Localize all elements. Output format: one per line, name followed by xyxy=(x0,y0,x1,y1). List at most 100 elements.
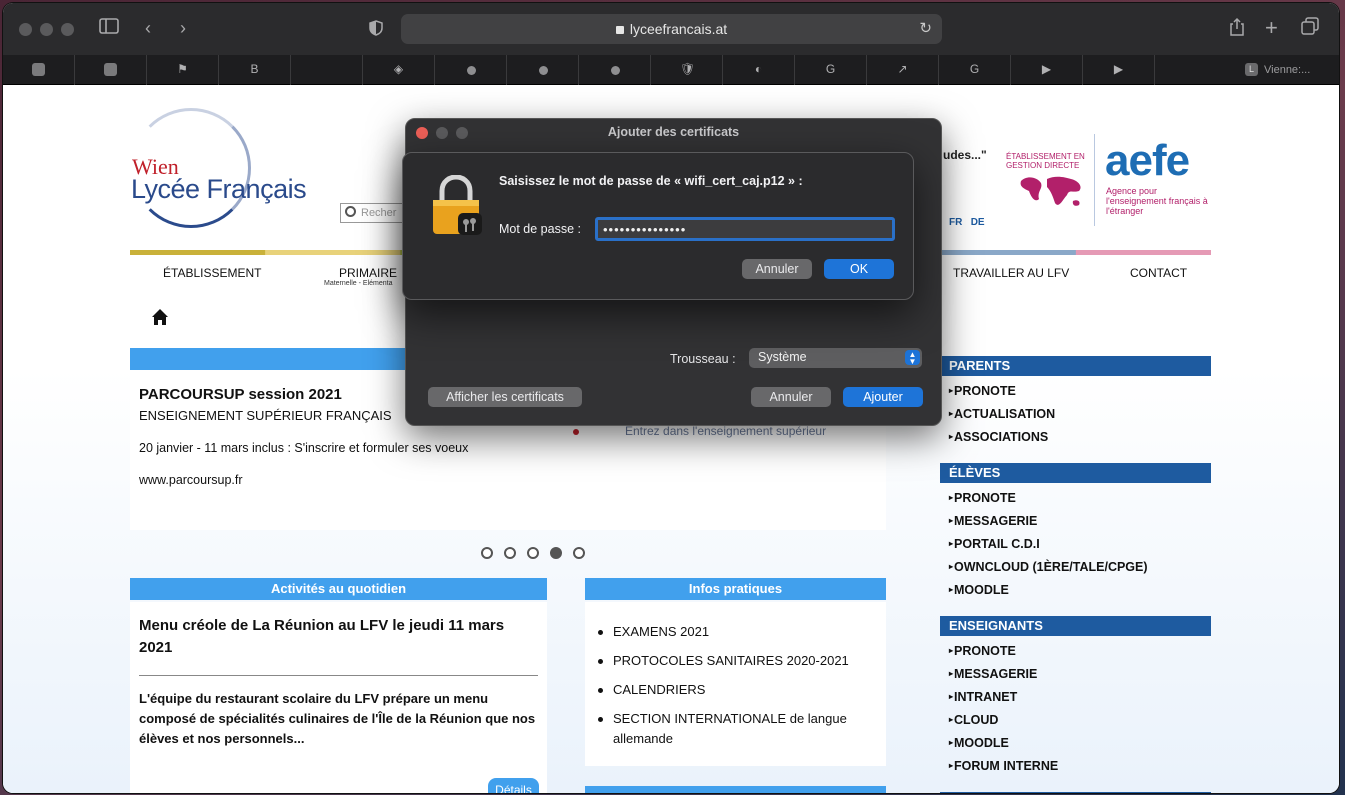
sidebar-link[interactable]: PRONOTE xyxy=(949,644,1016,658)
tab-favicon-icon: ⚑ xyxy=(177,62,188,76)
tab-favicon-icon: G xyxy=(969,62,980,76)
news-bullet xyxy=(573,429,579,435)
url-text: lyceefrancais.at xyxy=(629,21,728,37)
carousel-dot[interactable] xyxy=(550,547,562,559)
tab-favicon-icon: G xyxy=(825,62,836,76)
back-icon[interactable]: ‹ xyxy=(145,17,151,39)
sidebar-link[interactable]: PRONOTE xyxy=(949,384,1016,398)
pinned-tab[interactable] xyxy=(291,55,363,85)
add-button[interactable]: Ajouter xyxy=(843,387,923,407)
keychain-select[interactable]: Système ▲ ▼ xyxy=(749,348,922,368)
nav-travailler[interactable]: TRAVAILLER AU LFV xyxy=(953,266,1069,280)
reload-icon[interactable]: ↻ xyxy=(919,19,932,37)
carousel-dot[interactable] xyxy=(481,547,493,559)
carousel-dot[interactable] xyxy=(573,547,585,559)
pinned-tab[interactable]: ▶ xyxy=(1083,55,1155,85)
pinned-tab[interactable] xyxy=(579,55,651,85)
site-search-input[interactable]: Recher xyxy=(340,203,410,223)
tab-favicon-icon xyxy=(32,63,45,76)
sidebar-link[interactable]: MOODLE xyxy=(949,583,1009,597)
news-link[interactable]: www.parcoursup.fr xyxy=(139,473,243,487)
password-cancel-button[interactable]: Annuler xyxy=(742,259,812,279)
new-tab-icon[interactable]: + xyxy=(1265,17,1278,39)
padlock-icon xyxy=(433,175,482,235)
tab-favicon-icon xyxy=(611,66,620,75)
forward-icon[interactable]: › xyxy=(180,17,186,39)
password-dialog: Saisissez le mot de passe de « wifi_cert… xyxy=(402,152,914,300)
close-window-button[interactable] xyxy=(19,23,32,36)
pinned-tab[interactable] xyxy=(3,55,75,85)
details-button[interactable]: Détails xyxy=(488,778,539,793)
sidebar-section-header: ADMINISTRATION xyxy=(940,792,1211,793)
pinned-tab[interactable]: 🛡 xyxy=(651,55,723,85)
tab-favicon-icon xyxy=(104,63,117,76)
search-placeholder: Recher xyxy=(361,207,397,219)
tab-overview-icon[interactable] xyxy=(1301,17,1319,40)
share-icon[interactable] xyxy=(1229,17,1245,42)
sidebar-link[interactable]: PORTAIL C.D.I xyxy=(949,537,1040,551)
sidebar-link[interactable]: MESSAGERIE xyxy=(949,667,1037,681)
infos-item-protocoles[interactable]: PROTOCOLES SANITAIRES 2020-2021 xyxy=(598,651,883,671)
logo-lycee-francais[interactable]: Lycée Français xyxy=(131,174,307,205)
tab-vienne[interactable]: L Vienne:... xyxy=(1220,55,1339,85)
carousel-dot[interactable] xyxy=(527,547,539,559)
color-bar-segment xyxy=(1075,250,1211,255)
sidebar-icon[interactable] xyxy=(99,17,119,39)
pinned-tab[interactable]: ◈ xyxy=(363,55,435,85)
sidebar-link[interactable]: FORUM INTERNE xyxy=(949,759,1058,773)
activities-header: Activités au quotidien xyxy=(130,578,547,600)
sidebar-link[interactable]: MOODLE xyxy=(949,736,1009,750)
pinned-tab[interactable] xyxy=(507,55,579,85)
pinned-tab[interactable]: B xyxy=(219,55,291,85)
minimize-window-button[interactable] xyxy=(40,23,53,36)
home-icon[interactable] xyxy=(151,308,169,326)
pinned-tab[interactable] xyxy=(75,55,147,85)
address-bar[interactable]: lyceefrancais.at ↻ xyxy=(401,14,942,44)
activity-title[interactable]: Menu créole de La Réunion au LFV le jeud… xyxy=(139,615,529,659)
infos-item-examens[interactable]: EXAMENS 2021 xyxy=(598,622,883,642)
tab-favicon-icon: ◈ xyxy=(393,62,404,76)
news-title[interactable]: PARCOURSUP session 2021 xyxy=(139,386,342,403)
zoom-window-button[interactable] xyxy=(61,23,74,36)
carousel-dot[interactable] xyxy=(504,547,516,559)
ok-button[interactable]: OK xyxy=(824,259,894,279)
password-input[interactable]: ••••••••••••••• xyxy=(595,217,895,241)
pinned-tab[interactable]: ↗ xyxy=(867,55,939,85)
news-description: 20 janvier - 11 mars inclus : S'inscrire… xyxy=(139,441,469,455)
pinned-tab[interactable] xyxy=(435,55,507,85)
pinned-tab[interactable]: ⚑ xyxy=(147,55,219,85)
tab-label: Vienne:... xyxy=(1264,64,1311,76)
tab-favicon-icon: ◐ xyxy=(754,62,763,76)
nav-contact[interactable]: CONTACT xyxy=(1130,266,1187,280)
pinned-tab[interactable]: G xyxy=(795,55,867,85)
pinned-tab[interactable]: ◐ xyxy=(723,55,795,85)
sidebar-link[interactable]: ACTUALISATION xyxy=(949,407,1055,421)
infos-item-section[interactable]: SECTION INTERNATIONALE de langue alleman… xyxy=(598,709,883,749)
tab-favicon-icon: B xyxy=(250,62,259,76)
lock-icon xyxy=(615,26,624,34)
pinned-tab[interactable]: ▶ xyxy=(1011,55,1083,85)
nav-primaire[interactable]: PRIMAIRE xyxy=(339,266,397,280)
color-bar-segment xyxy=(265,250,401,255)
aefe-logo[interactable]: aefe xyxy=(1105,136,1190,186)
cert-cancel-button[interactable]: Annuler xyxy=(751,387,831,407)
sidebar-link[interactable]: CLOUD xyxy=(949,713,998,727)
aefe-status-label: ÉTABLISSEMENT EN GESTION DIRECTE xyxy=(1006,152,1085,170)
color-bar-segment xyxy=(130,250,266,255)
lang-fr-link[interactable]: FR xyxy=(949,217,962,228)
tab-bar: ⚑ B ◈ 🛡 ◐ G ↗ G ▶ ▶ L Vienne:... xyxy=(3,55,1339,85)
sidebar-link[interactable]: ASSOCIATIONS xyxy=(949,430,1048,444)
show-certificates-button[interactable]: Afficher les certificats xyxy=(428,387,582,407)
nav-etablissement[interactable]: ÉTABLISSEMENT xyxy=(163,266,261,280)
shield-icon[interactable] xyxy=(369,19,383,41)
dialog-title: Ajouter des certificats xyxy=(607,125,740,139)
sidebar-link[interactable]: MESSAGERIE xyxy=(949,514,1037,528)
sidebar-link[interactable]: OWNCLOUD (1ÈRE/TALE/CPGE) xyxy=(949,560,1148,574)
pinned-tab[interactable]: G xyxy=(939,55,1011,85)
aefe-divider xyxy=(1094,134,1095,226)
sidebar-link[interactable]: INTRANET xyxy=(949,690,1017,704)
sidebar-link[interactable]: PRONOTE xyxy=(949,491,1016,505)
infos-item-calendriers[interactable]: CALENDRIERS xyxy=(598,680,883,700)
aefe-subtitle: Agence pour l'enseignement français à l'… xyxy=(1106,186,1208,216)
lang-de-link[interactable]: DE xyxy=(971,217,985,228)
